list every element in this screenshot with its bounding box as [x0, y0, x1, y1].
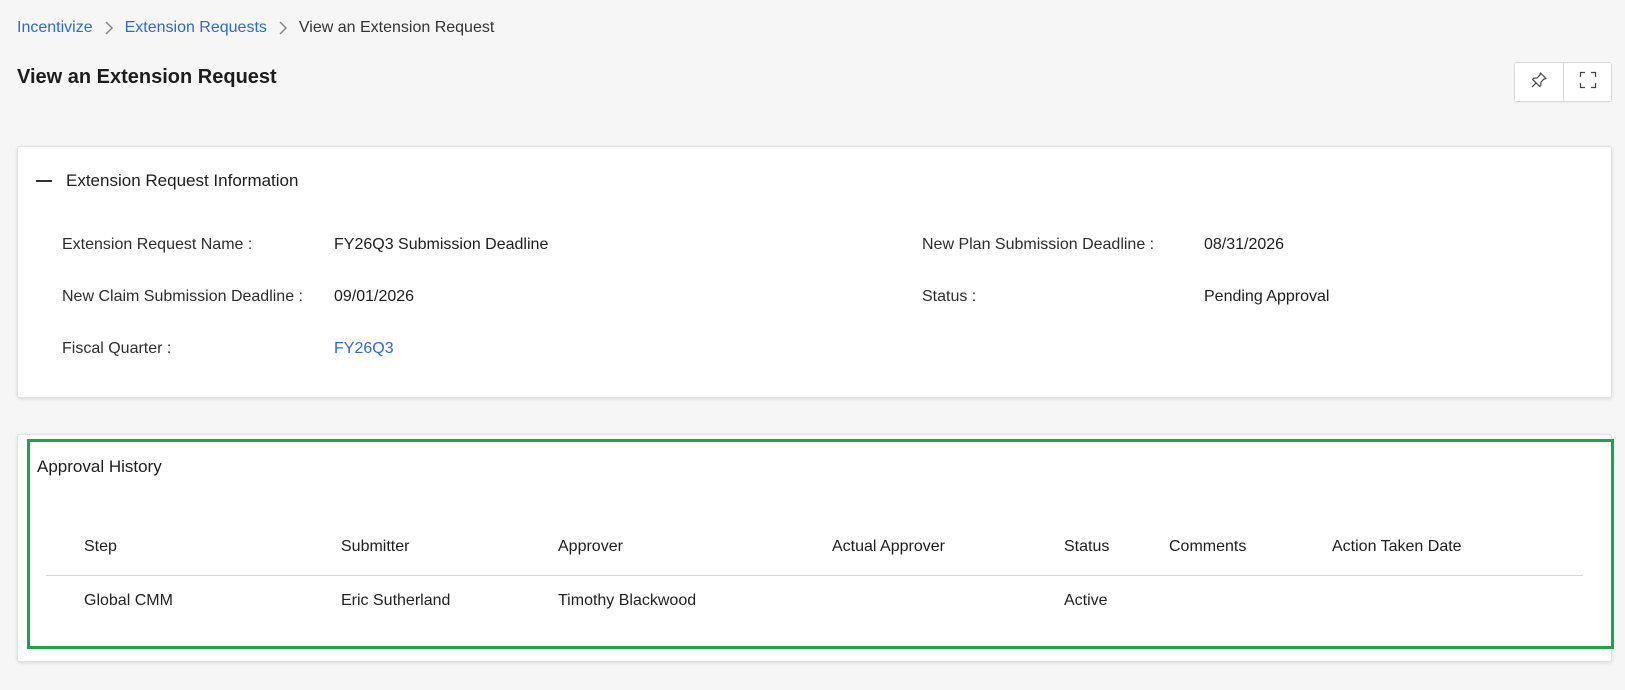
extension-request-info-card: Extension Request Information — [17, 146, 1612, 398]
fullscreen-button[interactable] — [1563, 63, 1611, 101]
pin-button[interactable] — [1515, 63, 1563, 101]
fiscal-quarter-label: Fiscal Quarter : — [62, 340, 172, 357]
column-header-comments: Comments — [1169, 538, 1247, 555]
title-actions — [1514, 62, 1612, 102]
cell-status: Active — [1064, 592, 1108, 609]
cell-approver: Timothy Blackwood — [558, 592, 697, 609]
extension-request-name-label: Extension Request Name : — [62, 236, 253, 253]
section-title: Extension Request Information — [66, 171, 299, 190]
status-value: Pending Approval — [1204, 288, 1330, 305]
column-header-action-taken-date: Action Taken Date — [1332, 538, 1462, 555]
fiscal-quarter-link[interactable]: FY26Q3 — [334, 340, 394, 358]
page-title: View an Extension Request — [17, 66, 277, 88]
column-header-approver: Approver — [558, 538, 623, 555]
breadcrumb-current: View an Extension Request — [298, 19, 495, 36]
column-header-actual-approver: Actual Approver — [832, 538, 945, 555]
chevron-right-icon — [93, 19, 125, 37]
section-header: Extension Request Information — [36, 171, 298, 191]
collapse-icon[interactable] — [36, 173, 52, 189]
chevron-right-icon — [267, 19, 299, 37]
breadcrumb: Incentivize Extension Requests View an E… — [17, 19, 494, 37]
extension-request-name-value: FY26Q3 Submission Deadline — [334, 236, 549, 253]
cell-submitter: Eric Sutherland — [341, 592, 451, 609]
table-divider — [46, 575, 1583, 576]
column-header-submitter: Submitter — [341, 538, 410, 555]
status-label: Status : — [922, 288, 977, 305]
new-claim-deadline-label: New Claim Submission Deadline : — [62, 288, 303, 305]
expand-icon — [1579, 71, 1597, 94]
approval-history-title: Approval History — [37, 457, 162, 476]
pin-icon — [1530, 71, 1548, 94]
breadcrumb-extension-requests[interactable]: Extension Requests — [125, 19, 267, 37]
breadcrumb-incentivize[interactable]: Incentivize — [17, 19, 93, 37]
new-plan-deadline-value: 08/31/2026 — [1204, 236, 1285, 253]
new-claim-deadline-value: 09/01/2026 — [334, 288, 415, 305]
new-plan-deadline-label: New Plan Submission Deadline : — [922, 236, 1155, 253]
cell-step: Global CMM — [84, 592, 173, 609]
column-header-step: Step — [84, 538, 117, 555]
column-header-status: Status — [1064, 538, 1110, 555]
